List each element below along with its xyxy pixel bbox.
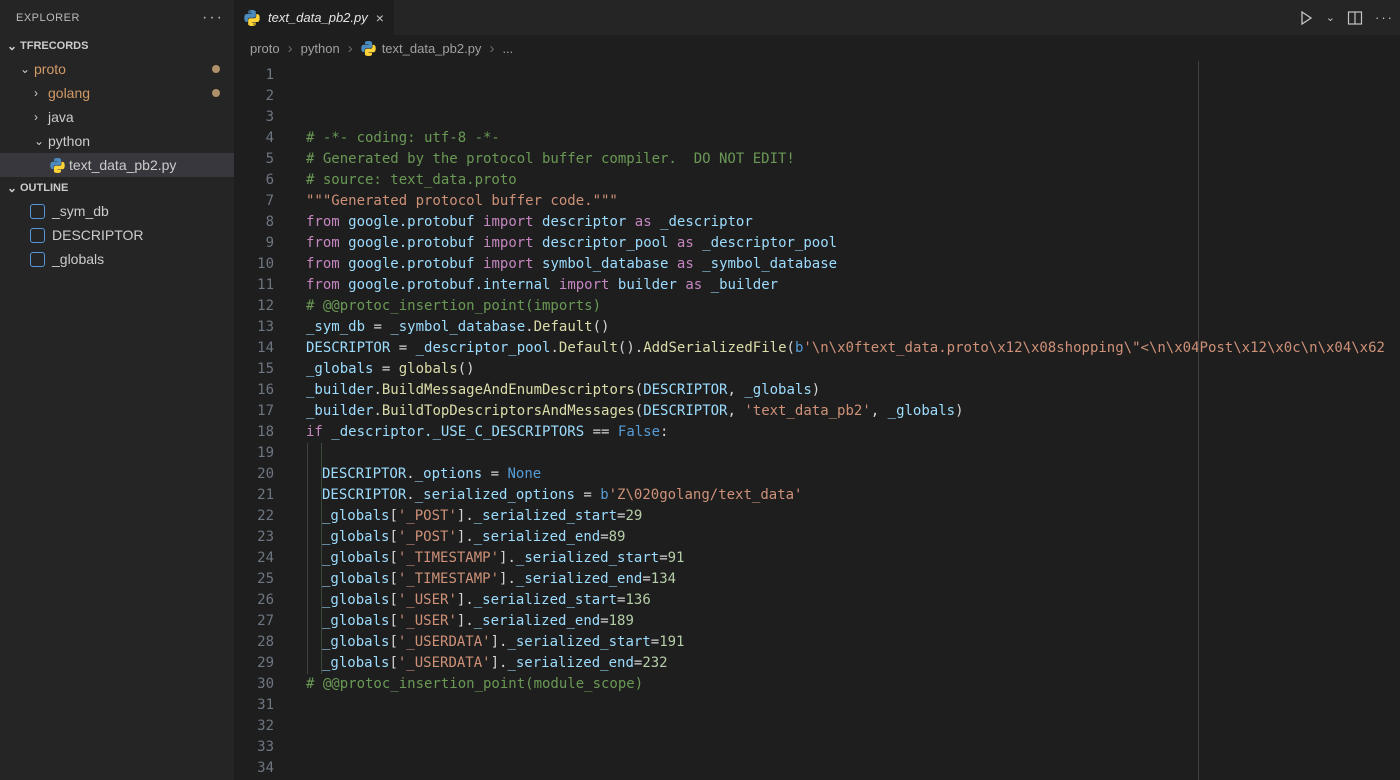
outline-item-label: _globals: [52, 251, 104, 267]
folder-item[interactable]: ⌄proto: [0, 57, 234, 81]
section-outline-label: OUTLINE: [20, 182, 68, 194]
chevron-right-icon: ›: [485, 40, 498, 57]
tabbar-actions: ⌄ ···: [1298, 0, 1394, 35]
tree-item-label: golang: [48, 85, 234, 101]
explorer-sidebar: EXPLORER ··· ⌄ TFRECORDS ⌄proto›golang›j…: [0, 0, 234, 780]
outline-item[interactable]: _sym_db: [0, 199, 234, 223]
explorer-header: EXPLORER ···: [0, 0, 234, 35]
folder-item[interactable]: ›java: [0, 105, 234, 129]
editor-area: text_data_pb2.py × ⌄ ··· proto › python …: [234, 0, 1400, 780]
breadcrumb[interactable]: proto › python › text_data_pb2.py › ...: [234, 35, 1400, 61]
tab-label: text_data_pb2.py: [268, 10, 368, 25]
outline-item-label: DESCRIPTOR: [52, 227, 144, 243]
line-number-gutter: 1234567891011121314151617181920212223242…: [234, 61, 290, 780]
variable-symbol-icon: [30, 252, 45, 267]
chevron-right-icon: ›: [284, 40, 297, 57]
run-icon[interactable]: [1298, 10, 1314, 26]
outline-item[interactable]: _globals: [0, 247, 234, 271]
tab-bar: text_data_pb2.py × ⌄ ···: [234, 0, 1400, 35]
close-icon[interactable]: ×: [376, 10, 384, 26]
chevron-right-icon: ›: [34, 86, 48, 100]
breadcrumb-seg[interactable]: python: [301, 41, 340, 56]
section-tfrecords-label: TFRECORDS: [20, 40, 88, 52]
python-file-icon: [48, 158, 66, 173]
folder-item[interactable]: ⌄python: [0, 129, 234, 153]
folder-item[interactable]: ›golang: [0, 81, 234, 105]
breadcrumb-seg[interactable]: ...: [502, 41, 513, 56]
chevron-down-icon: ⌄: [4, 39, 20, 53]
outline-item[interactable]: DESCRIPTOR: [0, 223, 234, 247]
chevron-down-icon: ⌄: [4, 181, 20, 195]
dirty-indicator-icon: [212, 65, 220, 73]
section-outline[interactable]: ⌄ OUTLINE: [0, 177, 234, 199]
variable-symbol-icon: [30, 228, 45, 243]
outline-item-label: _sym_db: [52, 203, 109, 219]
tab-text-data-pb2[interactable]: text_data_pb2.py ×: [234, 0, 395, 35]
tree-item-label: text_data_pb2.py: [69, 157, 234, 173]
tree-item-label: proto: [34, 61, 234, 77]
chevron-down-icon: ⌄: [20, 62, 34, 76]
section-tfrecords[interactable]: ⌄ TFRECORDS: [0, 35, 234, 57]
variable-symbol-icon: [30, 204, 45, 219]
more-icon[interactable]: ···: [1375, 10, 1394, 25]
chevron-right-icon: ›: [34, 110, 48, 124]
chevron-right-icon: ›: [344, 40, 357, 57]
file-item[interactable]: text_data_pb2.py: [0, 153, 234, 177]
chevron-down-icon[interactable]: ⌄: [1326, 11, 1335, 24]
explorer-more-icon[interactable]: ···: [202, 9, 224, 27]
explorer-title: EXPLORER: [16, 12, 80, 24]
python-file-icon: [244, 10, 260, 26]
split-editor-icon[interactable]: [1347, 10, 1363, 26]
tree-item-label: python: [48, 133, 234, 149]
code-content[interactable]: # -*- coding: utf-8 -*-# Generated by th…: [290, 61, 1400, 780]
python-file-icon: [361, 41, 376, 56]
dirty-indicator-icon: [212, 89, 220, 97]
breadcrumb-seg[interactable]: text_data_pb2.py: [382, 41, 482, 56]
tree-item-label: java: [48, 109, 234, 125]
code-editor[interactable]: 1234567891011121314151617181920212223242…: [234, 61, 1400, 780]
editor-ruler: [1198, 61, 1199, 780]
chevron-down-icon: ⌄: [34, 134, 48, 148]
breadcrumb-seg[interactable]: proto: [250, 41, 280, 56]
